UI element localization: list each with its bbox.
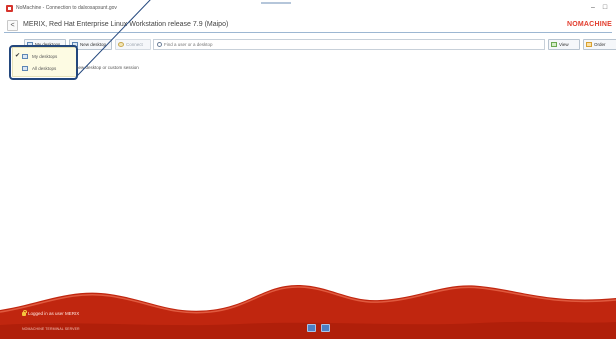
connect-label: Connect: [126, 42, 143, 47]
connect-button[interactable]: Connect: [115, 39, 151, 50]
nomachine-logo: NOMACHINE: [567, 21, 612, 28]
empty-list-hint: new desktop or custom session: [76, 65, 139, 70]
new-desktop-label: New desktop: [80, 42, 107, 47]
search-input[interactable]: [164, 40, 534, 49]
annotation-highlight-box: [9, 45, 78, 80]
header-divider: [4, 32, 612, 33]
server-title: MERIX, Red Hat Enterprise Linux Workstat…: [23, 21, 229, 28]
grid-view-icon: [551, 42, 557, 48]
connect-icon: [118, 42, 124, 48]
title-bar: NoMachine - Connection to dalxosapsunt.g…: [0, 0, 616, 17]
back-button[interactable]: <: [7, 20, 18, 31]
search-icon: [157, 42, 162, 47]
maximize-button[interactable]: □: [600, 3, 610, 13]
login-status: Logged in as user MERIX: [28, 311, 80, 316]
sort-order-icon: [586, 42, 592, 48]
view-label: View: [559, 42, 569, 47]
monitor-status-icon[interactable]: [307, 324, 316, 332]
minimize-button[interactable]: –: [588, 3, 598, 13]
view-button[interactable]: View: [548, 39, 580, 50]
toolbar: My desktops New desktop Connect View Ord…: [0, 36, 616, 50]
lock-icon: [22, 310, 27, 316]
nomachine-app-icon: [6, 5, 13, 12]
connection-progress-strip: [261, 2, 291, 4]
display-settings-icon[interactable]: [321, 324, 330, 332]
search-field[interactable]: [153, 39, 545, 50]
footer-caption: NOMACHINE TERMINAL SERVER: [22, 327, 80, 331]
order-button[interactable]: Order: [583, 39, 616, 50]
window-title: NoMachine - Connection to dalxosapsunt.g…: [16, 5, 117, 11]
order-label: Order: [594, 42, 606, 47]
